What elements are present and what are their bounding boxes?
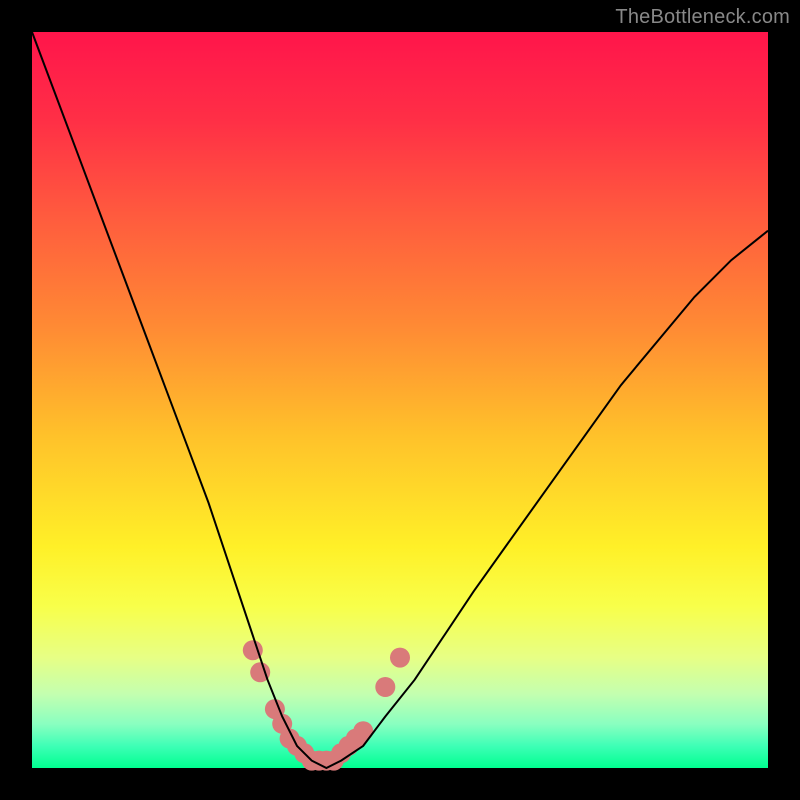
chart-svg [32, 32, 768, 768]
watermark-label: TheBottleneck.com [615, 6, 790, 29]
chart-frame: TheBottleneck.com [0, 0, 800, 800]
marker-dot [390, 648, 410, 668]
marker-layer [243, 640, 410, 770]
marker-dot [375, 677, 395, 697]
